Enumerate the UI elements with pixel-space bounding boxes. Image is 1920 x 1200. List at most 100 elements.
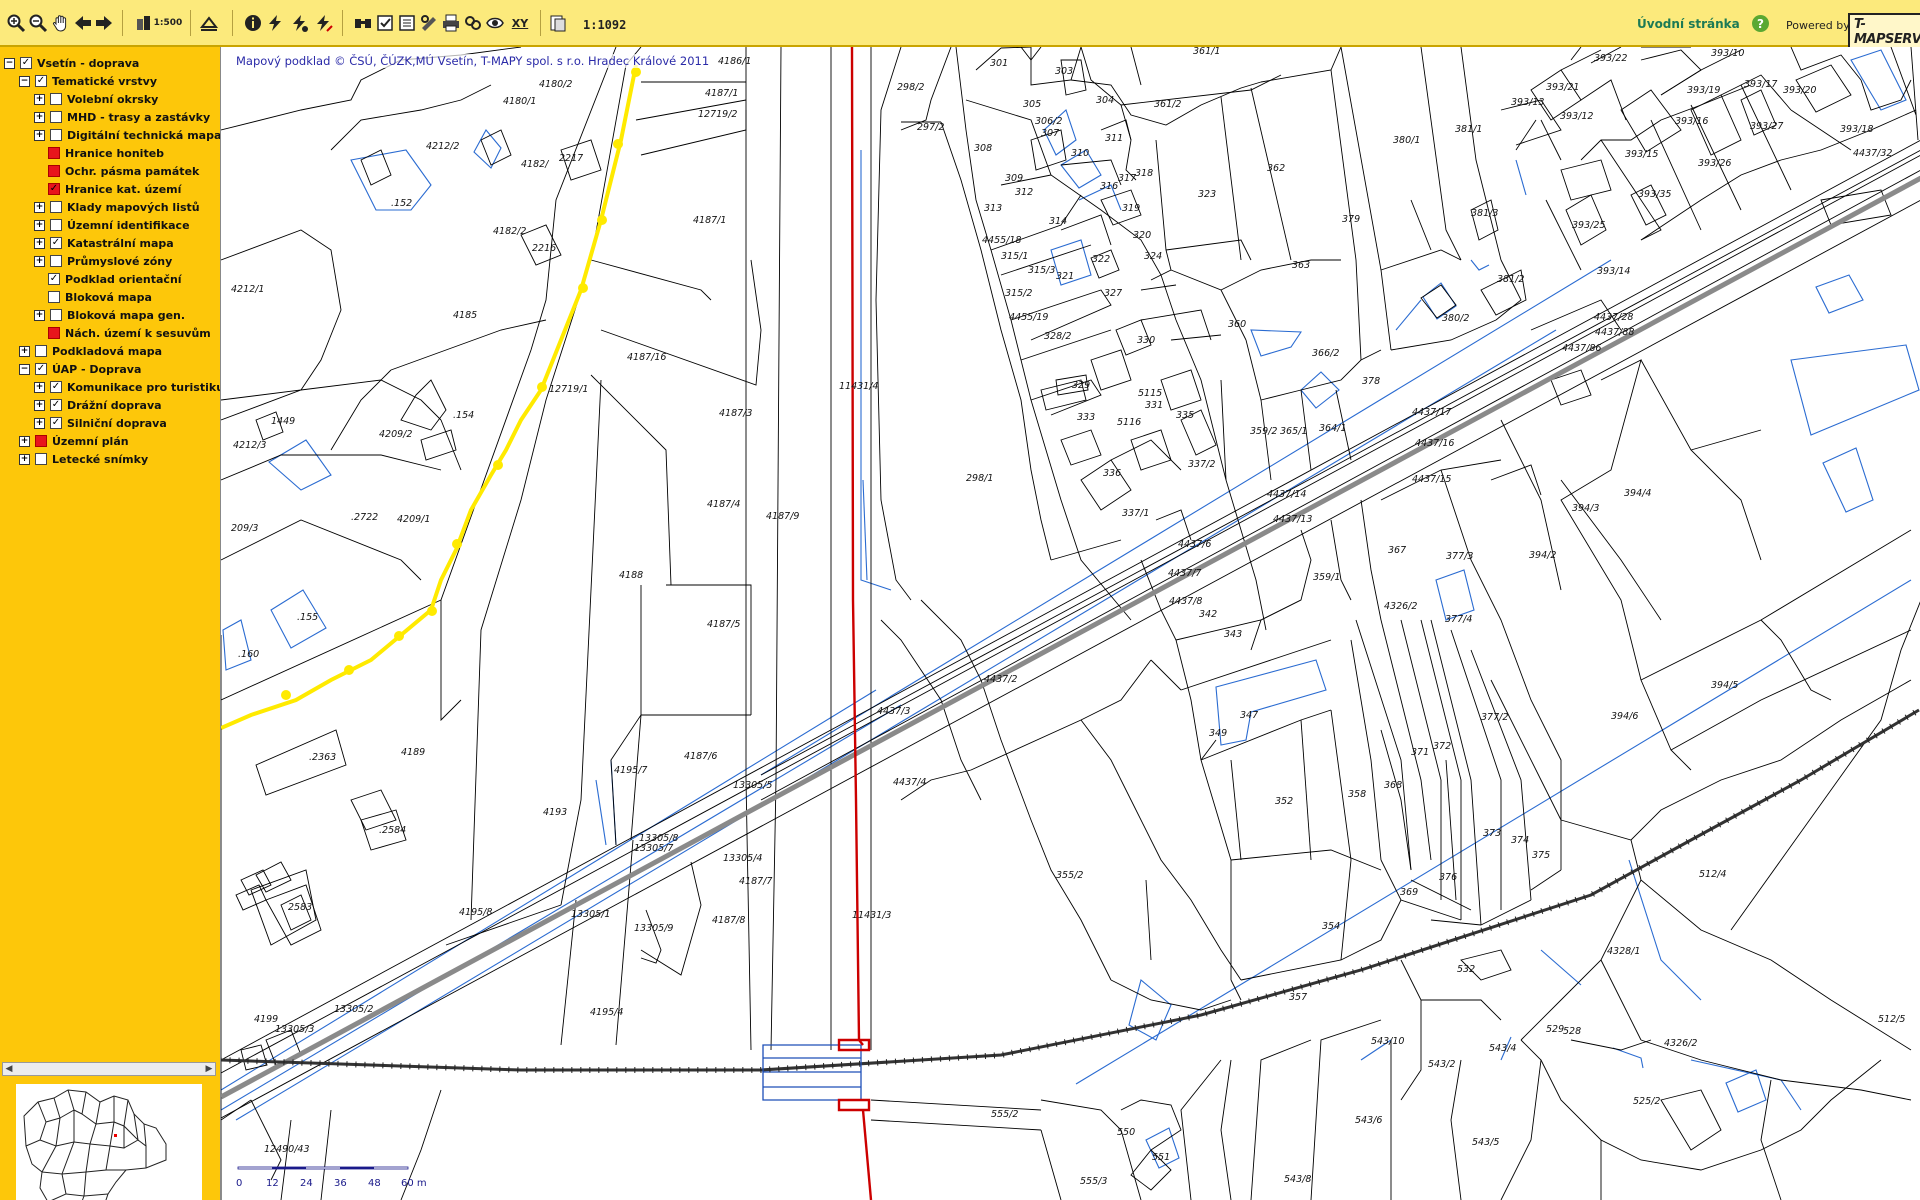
layer-checkbox[interactable] <box>50 129 62 141</box>
help-icon[interactable]: ? <box>1752 15 1769 32</box>
parcel-number: 380/2 <box>1442 313 1469 324</box>
expand-icon[interactable]: + <box>34 219 45 231</box>
expand-icon[interactable]: + <box>34 111 45 123</box>
layer-item[interactable]: ✓ Podklad orientační <box>34 271 182 287</box>
expand-icon[interactable]: + <box>19 345 30 357</box>
scroll-left-icon[interactable]: ◀ <box>3 1063 15 1075</box>
layer-label: Drážní doprava <box>67 398 162 412</box>
layer-checkbox[interactable]: ✓ <box>48 273 60 285</box>
coordinates-button[interactable]: XY <box>507 12 533 34</box>
layer-item[interactable]: + Územní plán <box>19 433 129 449</box>
layer-item[interactable]: Hranice honiteb <box>34 145 164 161</box>
collapse-icon[interactable]: − <box>19 363 30 375</box>
layer-item[interactable]: + Průmyslové zóny <box>34 253 172 269</box>
expand-icon[interactable]: + <box>34 309 45 321</box>
tools-icon[interactable] <box>418 12 440 34</box>
layer-checkbox[interactable] <box>35 453 47 465</box>
cadastral-map-svg: 4186/1 4180/24180/1 4187/1 12719/2 4212/2 418… <box>221 47 1920 1200</box>
layer-checkbox[interactable] <box>50 93 62 105</box>
layer-label: Podkladová mapa <box>52 344 163 358</box>
layer-item[interactable]: + ✓ Drážní doprava <box>34 397 162 413</box>
layer-item[interactable]: + Bloková mapa gen. <box>34 307 185 323</box>
search-icon[interactable] <box>484 12 506 34</box>
layer-item[interactable]: + Volební okrsky <box>34 91 158 107</box>
layer-item[interactable]: + Klady mapových listů <box>34 199 200 215</box>
layer-checkbox[interactable]: ✓ <box>35 363 47 375</box>
identify-icon[interactable] <box>462 12 484 34</box>
layer-item[interactable]: − ✓ Vsetín - doprava <box>4 55 139 71</box>
home-link[interactable]: Úvodní stránka <box>1637 17 1740 31</box>
layer-checkbox[interactable]: ✓ <box>50 399 62 411</box>
layer-item[interactable]: Bloková mapa <box>34 289 152 305</box>
expand-icon[interactable]: + <box>34 255 45 267</box>
layer-item[interactable]: ✓ Hranice kat. území <box>34 181 181 197</box>
parcel-number: 368 <box>1384 780 1402 791</box>
zoom-out-icon[interactable] <box>27 12 49 34</box>
select-icon[interactable] <box>374 12 396 34</box>
layer-checkbox[interactable] <box>50 111 62 123</box>
layer-item[interactable]: + ✓ Silniční doprava <box>34 415 167 431</box>
layer-checkbox[interactable]: ✓ <box>50 381 62 393</box>
layer-item[interactable]: − ✓ ÚAP - Doprava <box>19 361 141 377</box>
expand-icon[interactable]: + <box>34 237 45 249</box>
map-scale-icon[interactable] <box>133 12 155 34</box>
layer-item[interactable]: + Podkladová mapa <box>19 343 162 359</box>
expand-icon[interactable]: + <box>19 435 30 447</box>
layer-item[interactable]: + MHD - trasy a zastávky <box>34 109 210 125</box>
layer-item[interactable]: − ✓ Tematické vrstvy <box>19 73 157 89</box>
layer-checkbox[interactable] <box>48 291 60 303</box>
layer-checkbox[interactable] <box>35 345 47 357</box>
find-icon[interactable] <box>352 12 374 34</box>
layer-checkbox[interactable] <box>35 435 47 447</box>
layer-checkbox[interactable] <box>48 327 60 339</box>
layer-checkbox[interactable]: ✓ <box>48 183 60 195</box>
layer-label: Komunikace pro turistiku <box>67 380 225 394</box>
horizontal-scrollbar[interactable]: ◀ ▶ <box>2 1062 216 1076</box>
legend-icon[interactable] <box>396 12 418 34</box>
collapse-icon[interactable]: − <box>19 75 30 87</box>
layer-checkbox[interactable] <box>50 219 62 231</box>
zoom-in-icon[interactable] <box>5 12 27 34</box>
layer-checkbox[interactable] <box>48 165 60 177</box>
layer-item[interactable]: + Digitální technická mapa <box>34 127 221 143</box>
expand-icon[interactable]: + <box>34 201 45 213</box>
info-icon[interactable] <box>242 12 264 34</box>
print-area-icon[interactable] <box>198 12 220 34</box>
map-canvas[interactable]: 4186/1 4180/2 4180/1 4187/1 12719/2 4212/2 418… <box>220 47 1920 1200</box>
layer-item[interactable]: Ochr. pásma památek <box>34 163 199 179</box>
layer-item[interactable]: + Územní identifikace <box>34 217 190 233</box>
parcel-number: 543/10 <box>1371 1036 1404 1047</box>
measure-distance-icon[interactable] <box>312 12 334 34</box>
measure-area-icon[interactable] <box>288 12 310 34</box>
expand-icon[interactable]: + <box>19 453 30 465</box>
layer-item[interactable]: + ✓ Katastrální mapa <box>34 235 174 251</box>
forward-arrow-icon[interactable] <box>93 12 115 34</box>
scale-1-500-button[interactable]: 1:500 <box>153 12 183 34</box>
layer-checkbox[interactable] <box>48 147 60 159</box>
layer-checkbox[interactable] <box>50 255 62 267</box>
scroll-right-icon[interactable]: ▶ <box>203 1063 215 1075</box>
layer-item[interactable]: + ✓ Komunikace pro turistiku <box>34 379 224 395</box>
expand-icon[interactable]: + <box>34 381 45 393</box>
collapse-icon[interactable]: − <box>4 57 15 69</box>
expand-icon[interactable]: + <box>34 417 45 429</box>
layer-checkbox[interactable]: ✓ <box>35 75 47 87</box>
measure-icon[interactable] <box>264 12 286 34</box>
back-arrow-icon[interactable] <box>72 12 94 34</box>
layer-checkbox[interactable]: ✓ <box>50 237 62 249</box>
pan-hand-icon[interactable] <box>50 12 72 34</box>
parcel-number: 4209/1 <box>397 514 430 525</box>
layer-item[interactable]: + Letecké snímky <box>19 451 148 467</box>
expand-icon[interactable]: + <box>34 93 45 105</box>
layer-checkbox[interactable] <box>50 201 62 213</box>
expand-icon[interactable]: + <box>34 399 45 411</box>
layer-checkbox[interactable]: ✓ <box>20 57 32 69</box>
layers-icon[interactable] <box>547 12 569 34</box>
overview-map[interactable] <box>16 1084 202 1200</box>
print-icon[interactable] <box>440 12 462 34</box>
layer-checkbox[interactable] <box>50 309 62 321</box>
layer-checkbox[interactable]: ✓ <box>50 417 62 429</box>
expand-icon[interactable]: + <box>34 129 45 141</box>
layer-item[interactable]: Nách. území k sesuvům <box>34 325 211 341</box>
